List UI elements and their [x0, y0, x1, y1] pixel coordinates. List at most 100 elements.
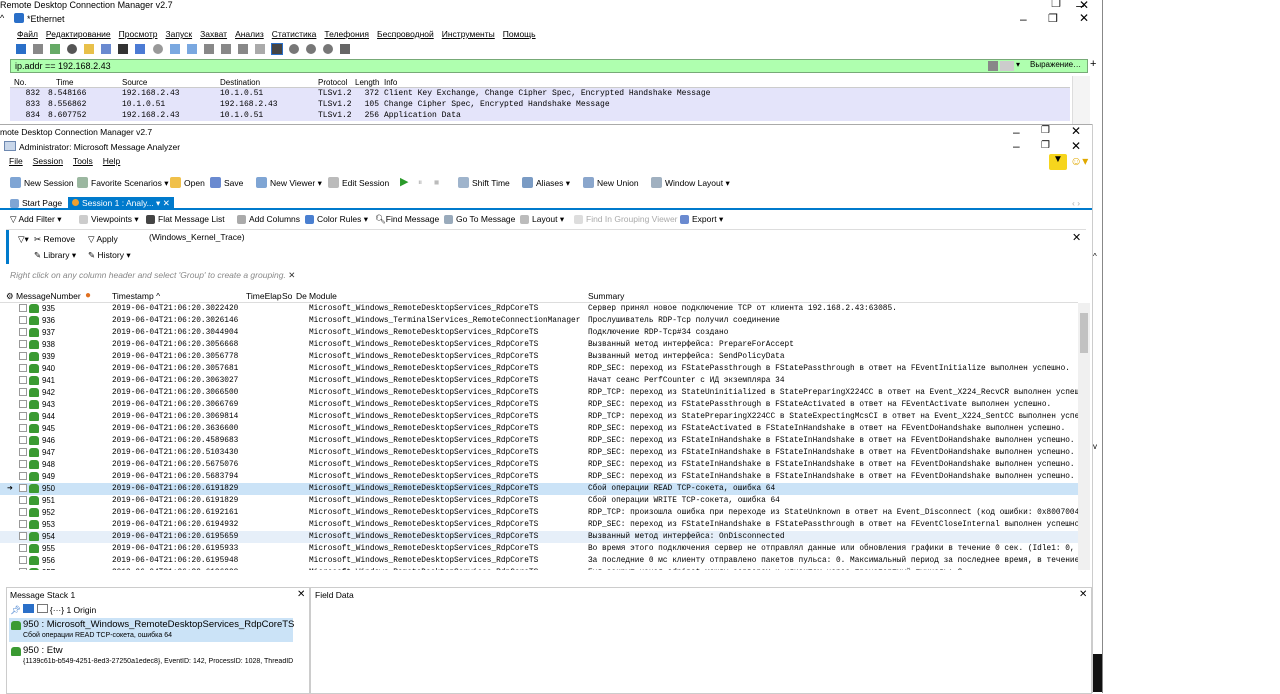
message-row[interactable]: 939 2019-06-04T21:06:20.3056778 Microsoft_…: [0, 351, 1078, 363]
message-row[interactable]: 953 2019-06-04T21:06:20.6194932 Microsoft_…: [0, 519, 1078, 531]
rdcm-minimize-icon[interactable]: –: [1013, 125, 1020, 139]
packet-row[interactable]: 832 8.548166 192.168.2.43 10.1.0.51 TLSv1.2 3…: [10, 88, 1070, 99]
ws-menu-item[interactable]: Помощь: [503, 29, 536, 39]
ws-close-icon[interactable]: ✕: [1079, 11, 1089, 25]
packet-row[interactable]: 833 8.556862 10.1.0.51 192.168.2.43 TLSv1.2 1…: [10, 99, 1070, 110]
message-row[interactable]: 938 2019-06-04T21:06:20.3056668 Microsoft_…: [0, 339, 1078, 351]
col-no[interactable]: No.: [14, 77, 26, 88]
message-row[interactable]: 940 2019-06-04T21:06:20.3057681 Microsoft_…: [0, 363, 1078, 375]
ws-minimize-icon[interactable]: –: [1020, 12, 1027, 26]
message-row[interactable]: 954 2019-06-04T21:06:20.6195659 Microsoft_…: [0, 531, 1078, 543]
menu-item[interactable]: Help: [103, 156, 120, 166]
ws-menu-item[interactable]: Анализ: [235, 29, 264, 39]
go-to-message-button[interactable]: Go To Message: [444, 214, 515, 224]
col-module[interactable]: Module: [309, 289, 337, 303]
edit-session-button[interactable]: Edit Session: [328, 177, 389, 188]
rdcm-close-icon[interactable]: ✕: [1079, 0, 1089, 12]
new-viewer-button[interactable]: New Viewer ▾: [256, 177, 322, 189]
reload-icon[interactable]: [135, 44, 146, 55]
expand-row-icon[interactable]: [19, 460, 27, 468]
aliases-button[interactable]: Aliases ▾: [522, 177, 570, 189]
expand-row-icon[interactable]: [19, 400, 27, 408]
packet-list-scrollbar[interactable]: [1072, 76, 1090, 124]
window-layout-button[interactable]: Window Layout ▾: [651, 177, 730, 189]
zoom-out-icon[interactable]: [306, 44, 317, 55]
ws-menu-item[interactable]: Инструменты: [442, 29, 495, 39]
ws-menu-item[interactable]: Захват: [200, 29, 227, 39]
message-row[interactable]: 946 2019-06-04T21:06:20.4589683 Microsoft_…: [0, 435, 1078, 447]
start-icon[interactable]: ▶: [400, 175, 408, 188]
ws-menu-item[interactable]: Файл: [17, 29, 38, 39]
ws-menu-item[interactable]: Просмотр: [119, 29, 158, 39]
tabs-scroll-icon[interactable]: ‹ ›: [1068, 197, 1084, 210]
col-message-number[interactable]: ⚙︎ MessageNumber: [6, 289, 81, 303]
add-filter-button-icon[interactable]: +: [1090, 58, 1096, 70]
save-file-icon[interactable]: [101, 44, 112, 55]
col-timestamp[interactable]: Timestamp ^: [112, 289, 160, 303]
history-button[interactable]: ✎ History ▾: [88, 250, 131, 261]
first-packet-icon[interactable]: [220, 44, 231, 55]
shift-time-button[interactable]: Shift Time: [458, 177, 510, 188]
expand-row-icon[interactable]: [19, 520, 27, 528]
pause-icon[interactable]: ⏸: [418, 177, 422, 188]
filter-funnel-icon[interactable]: ▼: [1049, 154, 1067, 170]
col-source[interactable]: So: [282, 289, 292, 303]
grid-vertical-scrollbar[interactable]: [1078, 303, 1090, 570]
column-chooser-icon[interactable]: ⚙︎: [6, 291, 14, 301]
chevron-up-icon[interactable]: ^: [0, 13, 4, 23]
tab-session-1[interactable]: Session 1 : Analy... ▾ ✕: [68, 197, 174, 210]
expand-row-icon[interactable]: [19, 508, 27, 516]
expand-row-icon[interactable]: [19, 556, 27, 564]
ws-menu-item[interactable]: Телефония: [324, 29, 369, 39]
message-row[interactable]: 955 2019-06-04T21:06:20.6195933 Microsoft_…: [0, 543, 1078, 555]
library-button[interactable]: ✎ Library ▾: [34, 250, 76, 261]
autoscroll-icon[interactable]: [254, 44, 265, 55]
tab-close-icon[interactable]: ✕: [163, 198, 170, 208]
filter-expression-input[interactable]: (Windows_Kernel_Trace): [149, 232, 1069, 260]
close-filter-icon[interactable]: ✕: [1072, 231, 1081, 244]
expand-row-icon[interactable]: [19, 568, 27, 570]
viewpoints-button[interactable]: Viewpoints ▾: [79, 214, 139, 225]
message-row[interactable]: 947 2019-06-04T21:06:20.5103430 Microsoft_…: [0, 447, 1078, 459]
message-row[interactable]: 936 2019-06-04T21:06:20.3026146 Microsoft_…: [0, 315, 1078, 327]
apply-filter-button[interactable]: ▽ Apply: [88, 234, 118, 245]
filter-options-icon[interactable]: ▽▾: [18, 234, 29, 245]
expression-button[interactable]: Выражение…: [1030, 60, 1081, 69]
message-row[interactable]: 941 2019-06-04T21:06:20.3063027 Microsoft_…: [0, 375, 1078, 387]
sliver-chevron-down-icon[interactable]: v: [1093, 442, 1097, 451]
smiley-feedback-icon[interactable]: ☺▾: [1070, 154, 1088, 168]
expand-row-icon[interactable]: [19, 532, 27, 540]
col-protocol[interactable]: Protocol: [318, 77, 347, 88]
message-row[interactable]: 943 2019-06-04T21:06:20.3066769 Microsoft_…: [0, 399, 1078, 411]
stop-capture-icon[interactable]: [33, 44, 44, 55]
apply-filter-icon[interactable]: [1000, 61, 1014, 71]
rdcm-front-close-icon[interactable]: ✕: [1071, 124, 1081, 138]
ws-menu-item[interactable]: Беспроводной: [377, 29, 434, 39]
capture-options-icon[interactable]: [67, 44, 78, 55]
diagnosis-column-icon[interactable]: ●: [85, 289, 91, 303]
expand-row-icon[interactable]: [19, 328, 27, 336]
find-packet-icon[interactable]: [152, 44, 163, 55]
go-forward-icon[interactable]: [186, 44, 197, 55]
expand-row-icon[interactable]: [19, 316, 27, 324]
new-union-button[interactable]: New Union: [583, 177, 639, 188]
col-time[interactable]: Time: [56, 77, 73, 88]
analyzer-maximize-icon[interactable]: ❐: [1041, 140, 1050, 151]
rdcm-restore-icon[interactable]: ❐: [1041, 125, 1050, 136]
expand-row-icon[interactable]: [19, 544, 27, 552]
stack-view-icon[interactable]: [23, 604, 35, 613]
message-stack-close-icon[interactable]: ✕: [297, 589, 305, 600]
analyzer-minimize-icon[interactable]: –: [1013, 139, 1020, 153]
menu-item[interactable]: File: [9, 156, 23, 166]
export-button[interactable]: Export ▾: [680, 214, 723, 225]
save-button[interactable]: Save: [210, 177, 243, 188]
col-destination[interactable]: De: [296, 289, 307, 303]
go-to-packet-icon[interactable]: [203, 44, 214, 55]
ws-maximize-icon[interactable]: ❐: [1048, 12, 1058, 25]
col-source[interactable]: Source: [122, 77, 147, 88]
restart-capture-icon[interactable]: [50, 44, 61, 55]
expand-row-icon[interactable]: [19, 484, 27, 492]
analyzer-close-icon[interactable]: ✕: [1071, 139, 1081, 153]
open-file-icon[interactable]: [84, 44, 95, 55]
expand-row-icon[interactable]: [19, 496, 27, 504]
